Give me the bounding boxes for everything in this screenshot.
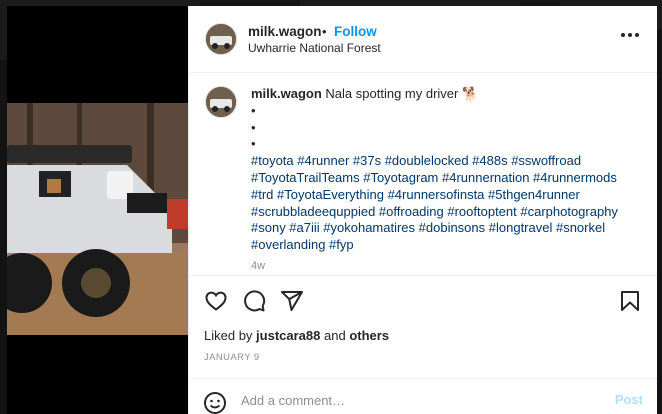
- post-modal: milk.wagon • Follow Uwharrie National Fo…: [7, 6, 657, 414]
- post-comment-button[interactable]: Post: [615, 392, 643, 407]
- emoji-icon: [204, 392, 226, 414]
- caption-hashtags[interactable]: #toyota #4runner #37s #doublelocked #488…: [251, 153, 618, 252]
- comment-input[interactable]: [239, 387, 583, 413]
- post-details-panel: milk.wagon • Follow Uwharrie National Fo…: [188, 6, 657, 414]
- post-date: JANUARY 9: [204, 352, 260, 363]
- truck-photo-illustration: [7, 103, 188, 335]
- likes-others-link[interactable]: others: [349, 328, 389, 343]
- comment-button[interactable]: [242, 289, 266, 318]
- post-location[interactable]: Uwharrie National Forest: [248, 41, 381, 55]
- post-photo[interactable]: [7, 103, 188, 335]
- emoji-button[interactable]: [203, 391, 227, 414]
- action-bar: [204, 289, 642, 315]
- more-options-button[interactable]: [621, 33, 639, 37]
- author-avatar[interactable]: [205, 23, 237, 55]
- like-button[interactable]: [204, 289, 228, 318]
- more-icon: [621, 33, 625, 37]
- heart-icon: [205, 291, 227, 311]
- save-button[interactable]: [618, 289, 642, 318]
- caption-bullet: •: [251, 119, 256, 135]
- follow-button[interactable]: Follow: [334, 24, 377, 39]
- likes-summary: Liked by justcara88 and others: [204, 328, 389, 343]
- separator-dot: •: [322, 24, 327, 39]
- caption-bullet: •: [251, 102, 256, 118]
- add-comment-bar: Post: [189, 378, 657, 414]
- comment-icon: [244, 290, 266, 312]
- caption-text: milk.wagon Nala spotting my driver 🐕 • •…: [251, 86, 641, 254]
- post-header: milk.wagon • Follow Uwharrie National Fo…: [189, 6, 657, 73]
- divider: [189, 275, 657, 276]
- avatar-image: [206, 87, 236, 117]
- share-icon: [281, 291, 303, 311]
- likes-prefix: Liked by: [204, 328, 253, 343]
- likes-joiner: and: [324, 328, 346, 343]
- liked-by-user[interactable]: justcara88: [256, 328, 320, 343]
- caption-username[interactable]: milk.wagon: [251, 86, 322, 101]
- caption-section: milk.wagon Nala spotting my driver 🐕 • •…: [189, 73, 657, 275]
- post-media: [7, 6, 188, 414]
- share-button[interactable]: [280, 289, 304, 318]
- caption-body: Nala spotting my driver 🐕: [325, 86, 479, 101]
- bookmark-icon: [621, 291, 639, 311]
- author-username[interactable]: milk.wagon: [248, 24, 322, 39]
- caption-author-avatar[interactable]: [205, 86, 237, 118]
- avatar-image: [206, 24, 236, 54]
- caption-age: 4w: [251, 260, 266, 272]
- caption-bullet: •: [251, 136, 256, 152]
